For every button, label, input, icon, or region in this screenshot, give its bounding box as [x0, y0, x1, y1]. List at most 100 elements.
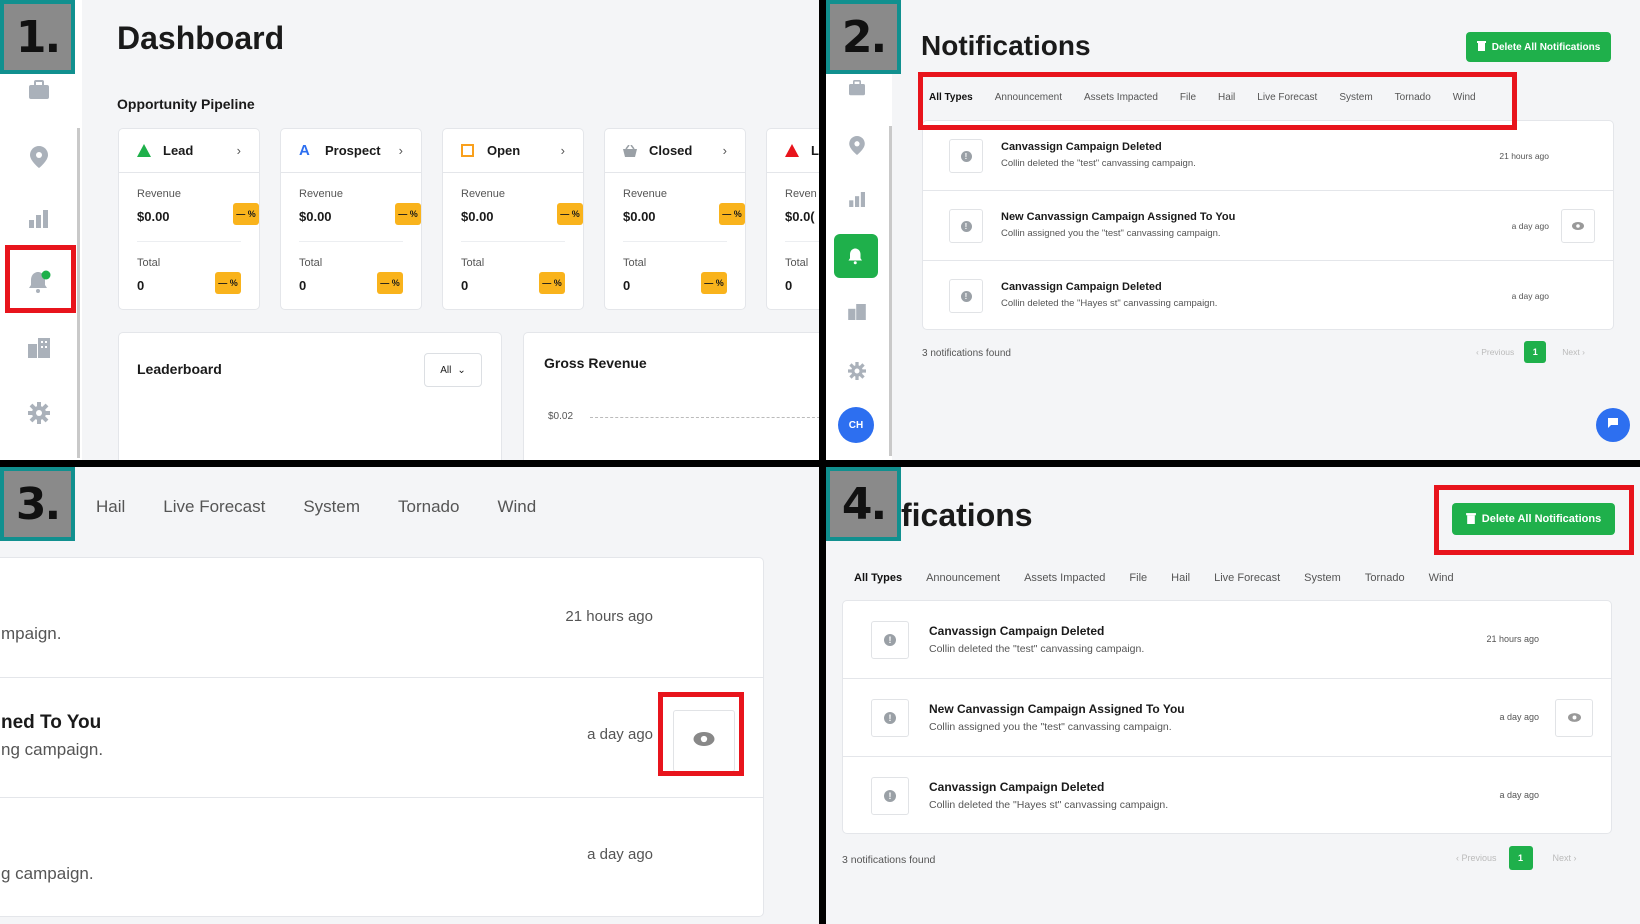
avatar[interactable]: CH	[838, 407, 874, 443]
bar-chart-icon[interactable]	[0, 210, 78, 228]
pct-badge: — %	[701, 272, 727, 294]
pct-badge: — %	[539, 272, 565, 294]
tab-tornado[interactable]: Tornado	[398, 497, 459, 517]
pagination: ‹ Previous 1 Next ›	[1476, 341, 1585, 363]
pagination: ‹ Previous 1 Next ›	[1456, 846, 1577, 870]
pct-badge: — %	[557, 203, 583, 225]
step-number: 4.	[830, 471, 897, 537]
delete-all-button[interactable]: Delete All Notifications	[1466, 32, 1611, 62]
notification-row[interactable]: ned To You ng campaign. a day ago	[0, 678, 763, 798]
eye-icon	[1567, 709, 1581, 727]
pct-badge: — %	[395, 203, 421, 225]
letter-a-icon: A	[299, 142, 310, 159]
notification-count: 3 notifications found	[922, 348, 1011, 359]
tab-system[interactable]: System	[1304, 572, 1341, 584]
tab-hail[interactable]: Hail	[96, 497, 125, 517]
total-value: 0	[785, 278, 793, 293]
tab-announcement[interactable]: Announcement	[926, 572, 1000, 584]
section-title: Opportunity Pipeline	[117, 96, 255, 112]
pipeline-card-lost[interactable]: L Reven $0.0( Total 0	[766, 128, 819, 310]
leaderboard-widget: Leaderboard All ⌄	[118, 332, 502, 460]
notification-time: a day ago	[587, 726, 653, 743]
sidebar-scrollbar[interactable]	[889, 126, 892, 456]
building-icon[interactable]	[826, 304, 888, 320]
pipeline-card-lead[interactable]: Lead › Revenue $0.00 — % Total 0 — %	[118, 128, 260, 310]
location-pin-icon[interactable]	[826, 136, 888, 155]
location-pin-icon[interactable]	[0, 146, 78, 168]
view-button[interactable]	[1561, 209, 1595, 243]
notification-time: a day ago	[1511, 291, 1549, 301]
tab-file[interactable]: File	[1129, 572, 1147, 584]
pct-badge: — %	[377, 272, 403, 294]
tab-system[interactable]: System	[303, 497, 360, 517]
pct-badge: — %	[233, 203, 259, 225]
total-value: 0	[137, 278, 145, 293]
notification-time: a day ago	[1499, 790, 1539, 800]
notification-row[interactable]: ! Canvassign Campaign Deleted Collin del…	[843, 601, 1611, 679]
pipeline-card-open[interactable]: Open › Revenue $0.00 — % Total 0 — %	[442, 128, 584, 310]
revenue-label: Revenue	[623, 188, 668, 200]
tab-assets-impacted[interactable]: Assets Impacted	[1024, 572, 1105, 584]
revenue-value: $0.00	[623, 209, 656, 224]
notification-title: Canvassign Campaign Deleted	[929, 624, 1105, 638]
notification-row[interactable]: g campaign. a day ago	[0, 798, 763, 918]
tab-wind[interactable]: Wind	[497, 497, 536, 517]
tab-wind[interactable]: Wind	[1429, 572, 1454, 584]
notification-row[interactable]: ! New Canvassign Campaign Assigned To Yo…	[843, 679, 1611, 757]
notification-row[interactable]: mpaign. 21 hours ago	[0, 558, 763, 678]
page-title: Dashboard	[117, 20, 285, 56]
tab-live-forecast[interactable]: Live Forecast	[163, 497, 265, 517]
pct-badge: — %	[215, 272, 241, 294]
revenue-label: Revenue	[299, 188, 344, 200]
gear-icon[interactable]	[826, 362, 888, 380]
next-link[interactable]: Next ›	[1553, 853, 1577, 863]
tab-tornado[interactable]: Tornado	[1365, 572, 1405, 584]
notification-desc: Collin assigned you the "test" canvassin…	[929, 721, 1172, 733]
notification-row[interactable]: ! New Canvassign Campaign Assigned To Yo…	[923, 191, 1613, 261]
briefcase-icon[interactable]	[826, 80, 888, 96]
bell-icon[interactable]	[834, 234, 878, 278]
notification-desc: Collin deleted the "Hayes st" canvassing…	[929, 799, 1169, 811]
step-number: 3.	[4, 471, 71, 537]
pipeline-card-prospect[interactable]: A Prospect › Revenue $0.00 — % Total 0 — %	[280, 128, 422, 310]
chevron-right-icon: ›	[560, 143, 565, 158]
notification-title: Canvassign Campaign Deleted	[1001, 281, 1162, 293]
chat-button[interactable]	[1596, 408, 1630, 442]
notification-row[interactable]: ! Canvassign Campaign Deleted Collin del…	[923, 121, 1613, 191]
notification-desc: ng campaign.	[1, 740, 104, 759]
notification-row[interactable]: ! Canvassign Campaign Deleted Collin del…	[923, 261, 1613, 331]
gross-revenue-title: Gross Revenue	[544, 355, 647, 371]
briefcase-icon[interactable]	[0, 80, 78, 100]
sidebar-scrollbar[interactable]	[77, 128, 80, 458]
total-value: 0	[299, 278, 307, 293]
view-button[interactable]	[1555, 699, 1593, 737]
revenue-value: $0.00	[461, 209, 494, 224]
alert-icon: !	[871, 777, 909, 815]
notification-title: Canvassign Campaign Deleted	[1001, 141, 1162, 153]
gear-icon[interactable]	[0, 402, 78, 424]
next-link[interactable]: Next ›	[1562, 347, 1585, 357]
highlight-tabs	[918, 72, 1517, 130]
type-tabs: All Types Announcement Assets Impacted F…	[854, 572, 1454, 584]
notification-list: ! Canvassign Campaign Deleted Collin del…	[922, 120, 1614, 330]
tab-live-forecast[interactable]: Live Forecast	[1214, 572, 1280, 584]
step-number: 2.	[830, 4, 897, 70]
notification-row[interactable]: ! Canvassign Campaign Deleted Collin del…	[843, 757, 1611, 835]
page-1-button[interactable]: 1	[1524, 341, 1547, 363]
building-icon[interactable]	[0, 338, 78, 358]
chevron-down-icon: ⌄	[457, 364, 466, 376]
total-label: Total	[137, 257, 161, 269]
tab-all-types[interactable]: All Types	[854, 572, 902, 584]
revenue-label: Reven	[785, 188, 817, 200]
previous-link[interactable]: ‹ Previous	[1476, 347, 1514, 357]
alert-icon: !	[871, 699, 909, 737]
bar-chart-icon[interactable]	[826, 192, 888, 207]
previous-label: Previous	[1461, 853, 1497, 863]
previous-link[interactable]: ‹ Previous	[1456, 853, 1497, 863]
pipeline-card-closed[interactable]: Closed › Revenue $0.00 — % Total 0 — %	[604, 128, 746, 310]
tab-hail[interactable]: Hail	[1171, 572, 1190, 584]
page-1-button[interactable]: 1	[1508, 846, 1533, 870]
notification-desc: Collin deleted the "test" canvassing cam…	[929, 643, 1145, 655]
card-label: L	[811, 143, 819, 158]
leaderboard-filter-select[interactable]: All ⌄	[424, 353, 482, 387]
